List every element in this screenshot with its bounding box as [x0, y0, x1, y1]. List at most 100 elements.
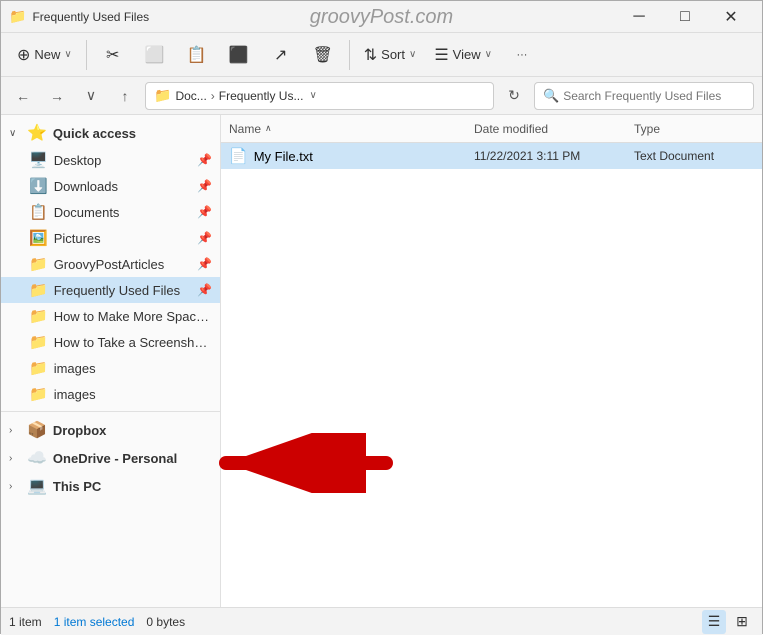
sidebar-item-desktop[interactable]: 🖥️ Desktop 📌	[1, 147, 220, 173]
sidebar-item-groovypostarticles-label: GroovyPostArticles	[54, 257, 191, 272]
dropbox-icon: 📦	[27, 420, 47, 440]
sidebar-item-images-1-label: images	[54, 361, 212, 376]
sidebar-item-groovypostarticles[interactable]: 📁 GroovyPostArticles 📌	[1, 251, 220, 277]
copy-button[interactable]: ⬜	[135, 41, 175, 69]
new-button[interactable]: ⊕ New ∨	[9, 41, 80, 69]
screenshot-folder-icon: 📁	[29, 333, 48, 351]
paste-button[interactable]: 📋	[177, 41, 217, 69]
file-date: 11/22/2021 3:11 PM	[474, 149, 634, 163]
refresh-button[interactable]: ↻	[500, 82, 528, 110]
sidebar-item-images-1[interactable]: 📁 images	[1, 355, 220, 381]
pictures-icon: 🖼️	[29, 229, 48, 247]
large-icons-view-button[interactable]: ⊞	[730, 610, 754, 634]
view-icon: ☰	[434, 45, 448, 65]
nav-down-button[interactable]: ∨	[77, 82, 105, 110]
toolbar-separator-2	[349, 40, 350, 70]
images-2-icon: 📁	[29, 385, 48, 403]
sort-arrow-icon: ∧	[265, 123, 272, 134]
desktop-icon: 🖥️	[29, 151, 48, 169]
onedrive-label: OneDrive - Personal	[53, 451, 177, 466]
sidebar-item-make-more-space[interactable]: 📁 How to Make More Space Av	[1, 303, 220, 329]
search-icon: 🔍	[543, 88, 559, 104]
sidebar-item-desktop-label: Desktop	[54, 153, 191, 168]
view-label: View	[453, 47, 481, 62]
dropbox-expand-icon: ›	[9, 425, 21, 436]
file-list: 📄 My File.txt 11/22/2021 3:11 PM Text Do…	[221, 143, 762, 607]
file-row[interactable]: 📄 My File.txt 11/22/2021 3:11 PM Text Do…	[221, 143, 762, 169]
share-button[interactable]: ↗	[261, 41, 301, 69]
column-name[interactable]: Name ∧	[229, 122, 474, 136]
file-name: My File.txt	[254, 149, 474, 164]
selected-count: 1 item selected	[54, 615, 135, 629]
images-1-icon: 📁	[29, 359, 48, 377]
watermark: groovyPost.com	[310, 6, 453, 29]
title-bar: 📁 Frequently Used Files groovyPost.com ─…	[1, 1, 762, 33]
title-bar-left: 📁 Frequently Used Files	[9, 8, 149, 25]
search-input[interactable]	[563, 89, 745, 103]
sidebar-item-images-2-label: images	[54, 387, 212, 402]
rename-button[interactable]: ⬛	[219, 41, 259, 69]
sidebar-item-pictures[interactable]: 🖼️ Pictures 📌	[1, 225, 220, 251]
address-bar: ← → ∨ ↑ 📁 Doc... › Frequently Us... ∨ ↻ …	[1, 77, 762, 115]
delete-button[interactable]: 🗑	[303, 41, 343, 69]
sidebar-item-screenshot[interactable]: 📁 How to Take a Screenshot on	[1, 329, 220, 355]
quick-access-section: ∨ ⭐ Quick access 🖥️ Desktop 📌 ⬇️ Downloa…	[1, 119, 220, 407]
toolbar: ⊕ New ∨ ✂ ⬜ 📋 ⬛ ↗ 🗑 ⇅ Sort ∨ ☰ View ∨ ··…	[1, 33, 762, 77]
status-right: ☰ ⊞	[702, 610, 754, 634]
groovypost-folder-icon: 📁	[29, 255, 48, 273]
cut-icon: ✂	[106, 45, 119, 65]
path-folder-icon: 📁	[154, 87, 171, 104]
status-bar: 1 item 1 item selected 0 bytes ☰ ⊞	[1, 607, 762, 635]
maximize-button[interactable]: □	[662, 1, 708, 33]
address-path[interactable]: 📁 Doc... › Frequently Us... ∨	[145, 82, 494, 110]
new-label: New	[34, 47, 60, 62]
more-label: ···	[516, 49, 527, 61]
frequently-used-folder-icon: 📁	[29, 281, 48, 299]
file-txt-icon: 📄	[229, 147, 248, 165]
sidebar-item-images-2[interactable]: 📁 images	[1, 381, 220, 407]
sidebar-item-make-more-space-label: How to Make More Space Av	[54, 309, 212, 324]
sort-button[interactable]: ⇅ Sort ∨	[356, 41, 425, 69]
thispc-header[interactable]: › 💻 This PC	[1, 472, 220, 500]
onedrive-expand-icon: ›	[9, 453, 21, 464]
sidebar-item-documents-label: Documents	[54, 205, 191, 220]
details-view-button[interactable]: ☰	[702, 610, 726, 634]
share-icon: ↗	[274, 45, 287, 65]
quick-access-star-icon: ⭐	[27, 123, 47, 143]
close-button[interactable]: ✕	[708, 1, 754, 33]
onedrive-icon: ☁️	[27, 448, 47, 468]
more-button[interactable]: ···	[502, 45, 542, 65]
cut-button[interactable]: ✂	[93, 41, 133, 69]
column-date-modified[interactable]: Date modified	[474, 122, 634, 136]
sidebar-item-pictures-label: Pictures	[54, 231, 191, 246]
pin-icon-pictures: 📌	[197, 231, 212, 245]
title-bar-controls: ─ □ ✕	[616, 1, 754, 33]
copy-icon: ⬜	[145, 45, 165, 65]
main-area: ∨ ⭐ Quick access 🖥️ Desktop 📌 ⬇️ Downloa…	[1, 115, 762, 607]
pin-icon-frequently: 📌	[197, 283, 212, 297]
pin-icon-desktop: 📌	[197, 153, 212, 167]
sidebar-item-downloads[interactable]: ⬇️ Downloads 📌	[1, 173, 220, 199]
dropbox-label: Dropbox	[53, 423, 106, 438]
quick-access-header[interactable]: ∨ ⭐ Quick access	[1, 119, 220, 147]
minimize-button[interactable]: ─	[616, 1, 662, 33]
up-button[interactable]: ↑	[111, 82, 139, 110]
forward-button[interactable]: →	[43, 82, 71, 110]
back-button[interactable]: ←	[9, 82, 37, 110]
sidebar-item-frequently-used[interactable]: 📁 Frequently Used Files 📌	[1, 277, 220, 303]
search-box[interactable]: 🔍	[534, 82, 754, 110]
new-dropdown-arrow: ∨	[64, 49, 71, 60]
sidebar-item-documents[interactable]: 📋 Documents 📌	[1, 199, 220, 225]
column-type[interactable]: Type	[634, 122, 754, 136]
sidebar-item-downloads-label: Downloads	[54, 179, 191, 194]
onedrive-header[interactable]: › ☁️ OneDrive - Personal	[1, 444, 220, 472]
sidebar-divider-1	[1, 411, 220, 412]
dropbox-header[interactable]: › 📦 Dropbox	[1, 416, 220, 444]
view-button[interactable]: ☰ View ∨	[426, 41, 500, 69]
column-date-label: Date modified	[474, 122, 548, 136]
file-list-header: Name ∧ Date modified Type	[221, 115, 762, 143]
sidebar-item-screenshot-label: How to Take a Screenshot on	[54, 335, 212, 350]
quick-access-expand-icon: ∨	[9, 128, 21, 139]
column-name-label: Name	[229, 122, 261, 136]
thispc-label: This PC	[53, 479, 101, 494]
